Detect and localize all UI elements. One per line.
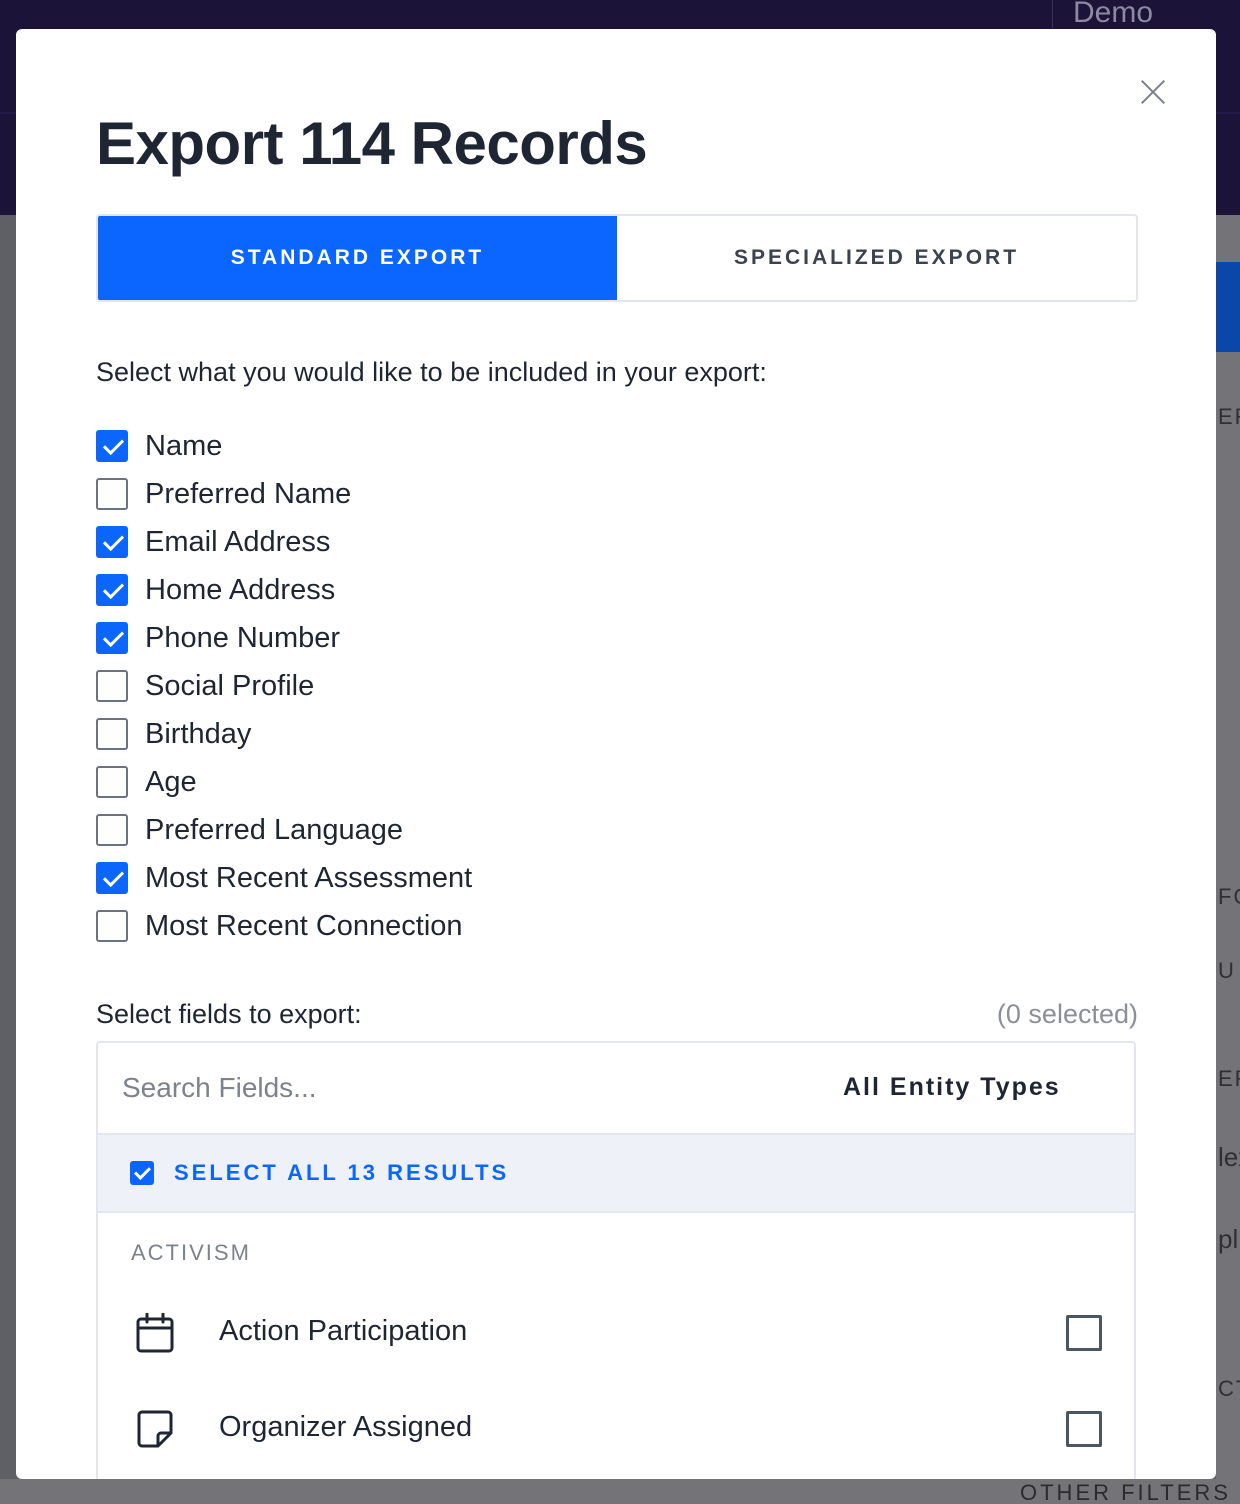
field-search-row: All Entity Types [98,1043,1134,1135]
option-label: Name [145,429,223,462]
fields-header: Select fields to export: (0 selected) [96,999,1138,1030]
checkbox[interactable] [96,814,128,846]
checkbox[interactable] [96,622,128,654]
option-phone-number[interactable]: Phone Number [96,614,472,662]
option-label: Most Recent Assessment [145,861,473,894]
option-label: Email Address [145,525,331,558]
field-label: Action Participation [219,1315,468,1347]
note-icon [137,1410,173,1448]
checkbox[interactable] [96,574,128,606]
option-label: Phone Number [145,621,341,654]
option-most-recent-assessment[interactable]: Most Recent Assessment [96,854,472,902]
background-text-fragment: CT [1218,1376,1240,1401]
checkbox[interactable] [96,526,128,558]
option-most-recent-connection[interactable]: Most Recent Connection [96,902,472,950]
select-all-label: SELECT ALL 13 RESULTS [174,1160,510,1185]
checkbox[interactable] [96,478,128,510]
background-text-fragment: pl [1218,1224,1239,1254]
checkbox[interactable] [96,430,128,462]
checkbox[interactable] [96,718,128,750]
select-all-checkbox[interactable] [130,1161,154,1185]
option-label: Preferred Language [145,813,403,846]
field-row-organizer-assigned[interactable]: Organizer Assigned [98,1389,1134,1469]
option-preferred-name[interactable]: Preferred Name [96,470,472,518]
option-birthday[interactable]: Birthday [96,710,472,758]
field-checkbox[interactable] [1066,1411,1102,1447]
include-options-list: Name Preferred Name Email Address Home A… [96,422,472,950]
option-label: Most Recent Connection [145,909,463,942]
option-social-profile[interactable]: Social Profile [96,662,472,710]
fields-title: Select fields to export: [96,999,362,1029]
close-icon[interactable] [1140,79,1166,105]
checkbox[interactable] [96,670,128,702]
export-type-tabs: STANDARD EXPORT SPECIALIZED EXPORT [96,214,1138,302]
checkbox[interactable] [96,910,128,942]
option-label: Age [145,765,197,798]
option-home-address[interactable]: Home Address [96,566,472,614]
select-all-row[interactable]: SELECT ALL 13 RESULTS [98,1135,1134,1213]
export-prompt: Select what you would like to be include… [96,357,767,387]
export-modal: Export 114 Records STANDARD EXPORT SPECI… [16,29,1216,1479]
calendar-icon [136,1313,174,1353]
option-age[interactable]: Age [96,758,472,806]
field-checkbox[interactable] [1066,1315,1102,1351]
selected-count: (0 selected) [996,999,1138,1029]
background-text-fragment: ER [1218,1066,1240,1091]
field-row-action-participation[interactable]: Action Participation [98,1293,1134,1373]
field-label: Organizer Assigned [219,1411,473,1443]
background-text-fragment: U [1218,958,1236,983]
app-blue-button-edge [1216,262,1240,352]
search-fields-input[interactable] [122,1065,742,1111]
group-label-activism: ACTIVISM [131,1240,251,1265]
checkbox[interactable] [96,862,128,894]
background-text-fragment: ERS [1218,404,1240,429]
background-text-fragment: lex [1218,1142,1240,1172]
option-label: Preferred Name [145,477,352,510]
demo-label: Demo [1052,0,1153,28]
option-label: Social Profile [145,669,315,702]
entity-type-filter[interactable]: All Entity Types [843,1073,1061,1102]
option-email-address[interactable]: Email Address [96,518,472,566]
field-picker-panel: All Entity Types SELECT ALL 13 RESULTS A… [96,1041,1136,1479]
modal-title: Export 114 Records [96,110,648,177]
tab-specialized-export[interactable]: SPECIALIZED EXPORT [617,216,1136,300]
option-label: Birthday [145,717,252,750]
option-label: Home Address [145,573,336,606]
tab-standard-export[interactable]: STANDARD EXPORT [98,216,617,300]
background-text-fragment: FO [1218,884,1240,909]
other-filters-label: OTHER FILTERS [1020,1480,1231,1504]
option-name[interactable]: Name [96,422,472,470]
option-preferred-language[interactable]: Preferred Language [96,806,472,854]
checkbox[interactable] [96,766,128,798]
